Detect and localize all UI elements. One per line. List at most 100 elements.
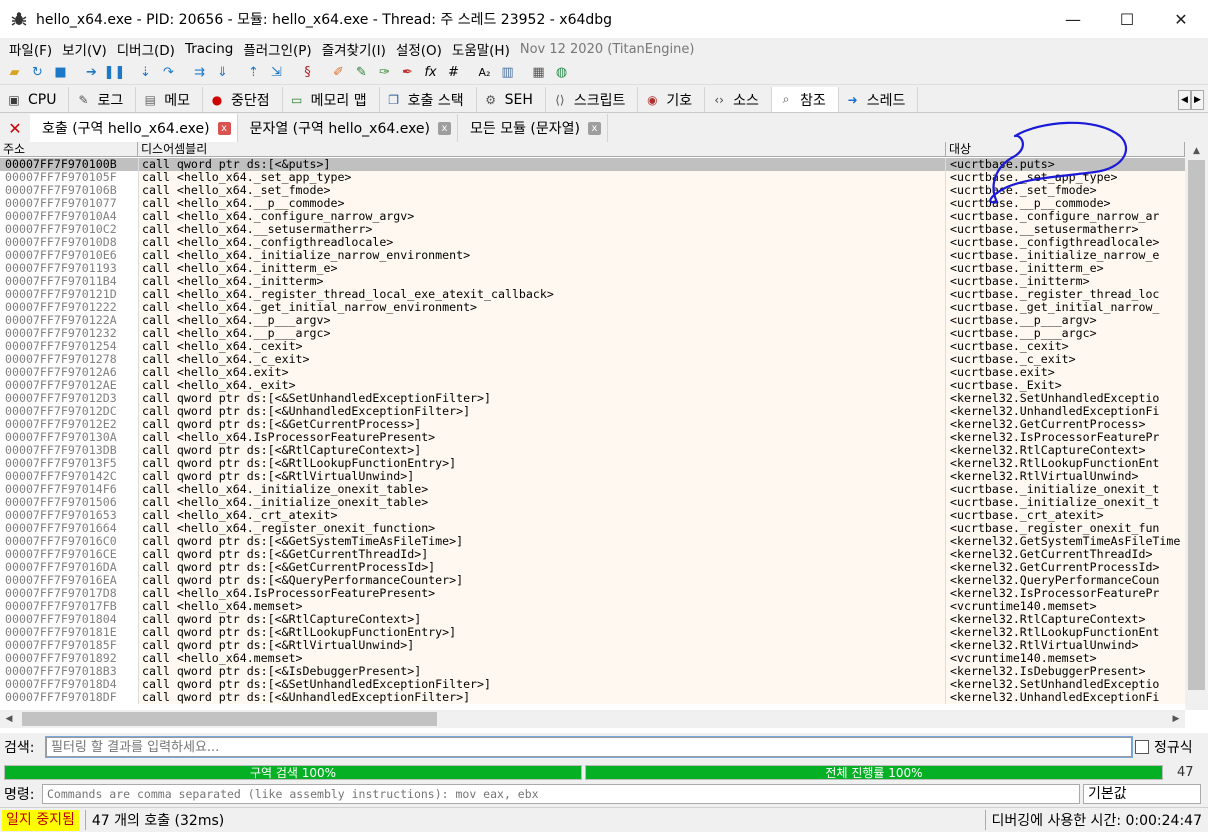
- table-row[interactable]: 00007FF7F97012AE call <hello_x64._exit> <u…: [0, 379, 1185, 392]
- stop-icon[interactable]: ■: [50, 64, 71, 82]
- execute-till-return-icon[interactable]: ⇡: [243, 64, 264, 82]
- table-row[interactable]: 00007FF7F97017D8 call <hello_x64.IsProces…: [0, 587, 1185, 600]
- trace-into-icon[interactable]: ⇉: [189, 64, 210, 82]
- menu-file[interactable]: 파일(F): [4, 39, 57, 59]
- close-all-tabs-button[interactable]: ✕: [0, 114, 30, 142]
- tab-scroll-right-icon[interactable]: ▶: [1191, 90, 1204, 110]
- table-row[interactable]: 00007FF7F97017FB call <hello_x64.memset> <…: [0, 600, 1185, 613]
- table-row[interactable]: 00007FF7F97018B3 call qword ptr ds:[<&IsD…: [0, 665, 1185, 678]
- table-row[interactable]: 00007FF7F97011B4 call <hello_x64._initter…: [0, 275, 1185, 288]
- menu-debug[interactable]: 디버그(D): [112, 39, 180, 59]
- tab-threads[interactable]: ➜ 스레드: [838, 87, 919, 112]
- horizontal-scrollbar[interactable]: ◀ ▶: [0, 710, 1185, 728]
- table-row[interactable]: 00007FF7F97010D8 call <hello_x64._configt…: [0, 236, 1185, 249]
- table-row[interactable]: 00007FF7F97012DC call qword ptr ds:[<&Unh…: [0, 405, 1185, 418]
- bookmarks-icon[interactable]: ✒: [397, 64, 418, 82]
- tab-close-icon[interactable]: x: [438, 121, 452, 135]
- table-row[interactable]: 00007FF7F970121D call <hello_x64._registe…: [0, 288, 1185, 301]
- tab-scroll-left-icon[interactable]: ◀: [1178, 90, 1191, 110]
- table-row[interactable]: 00007FF7F97016DA call qword ptr ds:[<&Get…: [0, 561, 1185, 574]
- menu-tracing[interactable]: Tracing: [180, 41, 238, 57]
- table-row[interactable]: 00007FF7F9701232 call <hello_x64.__p___ar…: [0, 327, 1185, 340]
- tab-source[interactable]: ‹› 소스: [705, 87, 772, 112]
- tab-call-stack[interactable]: ❐ 호출 스택: [379, 87, 477, 112]
- tab-references[interactable]: ⌕ 참조: [771, 87, 839, 112]
- column-disassembly[interactable]: 디스어셈블리: [138, 142, 946, 156]
- search-input[interactable]: [45, 736, 1133, 758]
- table-row[interactable]: 00007FF7F9701193 call <hello_x64._initter…: [0, 262, 1185, 275]
- open-icon[interactable]: ▰: [4, 64, 25, 82]
- table-row[interactable]: 00007FF7F9701254 call <hello_x64._cexit> <…: [0, 340, 1185, 353]
- table-row[interactable]: 00007FF7F970181E call qword ptr ds:[<&Rtl…: [0, 626, 1185, 639]
- menu-help[interactable]: 도움말(H): [447, 39, 515, 59]
- menu-options[interactable]: 설정(O): [391, 39, 447, 59]
- scroll-thumb[interactable]: [22, 712, 437, 726]
- pause-icon[interactable]: ❚❚: [104, 64, 126, 82]
- table-row[interactable]: 00007FF7F97010C2 call <hello_x64.__setuse…: [0, 223, 1185, 236]
- table-row[interactable]: 00007FF7F9701664 call <hello_x64._registe…: [0, 522, 1185, 535]
- scroll-up-icon[interactable]: ▲: [1185, 142, 1208, 159]
- scylla-icon[interactable]: §: [297, 64, 318, 82]
- scroll-thumb[interactable]: [1188, 160, 1205, 690]
- tab-close-icon[interactable]: x: [588, 121, 601, 135]
- font-icon[interactable]: A₂: [474, 64, 495, 82]
- tab-calls[interactable]: 호출 (구역 hello_x64.exe) x: [30, 114, 238, 142]
- menu-plugins[interactable]: 플러그인(P): [238, 39, 316, 59]
- functions-icon[interactable]: fx: [420, 64, 441, 82]
- table-row[interactable]: 00007FF7F970100B call qword ptr ds:[<&put…: [0, 158, 1185, 171]
- table-row[interactable]: 00007FF7F9701077 call <hello_x64.__p__com…: [0, 197, 1185, 210]
- table-row[interactable]: 00007FF7F970185F call qword ptr ds:[<&Rtl…: [0, 639, 1185, 652]
- tab-log[interactable]: ✎ 로그: [69, 87, 137, 112]
- table-row[interactable]: 00007FF7F9701804 call qword ptr ds:[<&Rtl…: [0, 613, 1185, 626]
- regex-checkbox[interactable]: [1135, 740, 1149, 754]
- table-row[interactable]: 00007FF7F970105F call <hello_x64._set_app…: [0, 171, 1185, 184]
- table-row[interactable]: 00007FF7F9701222 call <hello_x64._get_ini…: [0, 301, 1185, 314]
- table-row[interactable]: 00007FF7F9701506 call <hello_x64._initial…: [0, 496, 1185, 509]
- tab-all-modules-strings[interactable]: 모든 모듈 (문자열) x: [458, 114, 608, 142]
- restart-icon[interactable]: ↻: [27, 64, 48, 82]
- tab-notes[interactable]: ▤ 메모: [136, 87, 203, 112]
- scroll-left-icon[interactable]: ◀: [0, 710, 18, 728]
- minimize-button[interactable]: —: [1046, 0, 1100, 38]
- table-row[interactable]: 00007FF7F97013F5 call qword ptr ds:[<&Rtl…: [0, 457, 1185, 470]
- table-row[interactable]: 00007FF7F970122A call <hello_x64.__p___ar…: [0, 314, 1185, 327]
- vertical-scrollbar[interactable]: ▲: [1185, 142, 1208, 710]
- step-over-icon[interactable]: ↷: [158, 64, 179, 82]
- table-row[interactable]: 00007FF7F97010A4 call <hello_x64._configu…: [0, 210, 1185, 223]
- table-row[interactable]: 00007FF7F97016CE call qword ptr ds:[<&Get…: [0, 548, 1185, 561]
- table-row[interactable]: 00007FF7F9701653 call <hello_x64._crt_ate…: [0, 509, 1185, 522]
- menu-favourites[interactable]: 즐겨찾기(I): [317, 39, 391, 59]
- trace-over-icon[interactable]: ⇓: [212, 64, 233, 82]
- calculator-icon[interactable]: ▦: [528, 64, 549, 82]
- table-row[interactable]: 00007FF7F97018DF call qword ptr ds:[<&Unh…: [0, 691, 1185, 704]
- table-row[interactable]: 00007FF7F97013DB call qword ptr ds:[<&Rtl…: [0, 444, 1185, 457]
- tab-memory-map[interactable]: ▭ 메모리 맵: [282, 87, 380, 112]
- run-to-user-code-icon[interactable]: ⇲: [266, 64, 287, 82]
- table-row[interactable]: 00007FF7F970130A call <hello_x64.IsProces…: [0, 431, 1185, 444]
- column-address[interactable]: 주소: [0, 142, 138, 156]
- scroll-right-icon[interactable]: ▶: [1167, 710, 1185, 728]
- hash-icon[interactable]: #: [443, 64, 464, 82]
- tab-seh[interactable]: ⚙ SEH: [476, 87, 546, 112]
- close-button[interactable]: ✕: [1154, 0, 1208, 38]
- tab-strings[interactable]: 문자열 (구역 hello_x64.exe) x: [238, 114, 459, 142]
- table-row[interactable]: 00007FF7F97016EA call qword ptr ds:[<&Que…: [0, 574, 1185, 587]
- tab-breakpoint[interactable]: ● 중단점: [203, 87, 283, 112]
- step-into-icon[interactable]: ⇣: [135, 64, 156, 82]
- table-row[interactable]: 00007FF7F97012A6 call <hello_x64.exit> <uc…: [0, 366, 1185, 379]
- tab-cpu[interactable]: ▣ CPU: [0, 87, 70, 112]
- column-target[interactable]: 대상: [946, 142, 1185, 156]
- menu-view[interactable]: 보기(V): [57, 39, 112, 59]
- run-icon[interactable]: ➔: [81, 64, 102, 82]
- labels-icon[interactable]: ✑: [374, 64, 395, 82]
- command-input[interactable]: [42, 784, 1080, 804]
- command-engine-select[interactable]: 기본값: [1083, 784, 1201, 804]
- settings-icon[interactable]: ▥: [497, 64, 518, 82]
- tab-close-icon[interactable]: x: [217, 121, 231, 135]
- table-row[interactable]: 00007FF7F97018D4 call qword ptr ds:[<&Set…: [0, 678, 1185, 691]
- table-row[interactable]: 00007FF7F97014F6 call <hello_x64._initial…: [0, 483, 1185, 496]
- table-row[interactable]: 00007FF7F970142C call qword ptr ds:[<&Rtl…: [0, 470, 1185, 483]
- update-globe-icon[interactable]: ◍: [551, 64, 572, 82]
- table-row[interactable]: 00007FF7F9701278 call <hello_x64._c_exit>…: [0, 353, 1185, 366]
- table-row[interactable]: 00007FF7F97012D3 call qword ptr ds:[<&Set…: [0, 392, 1185, 405]
